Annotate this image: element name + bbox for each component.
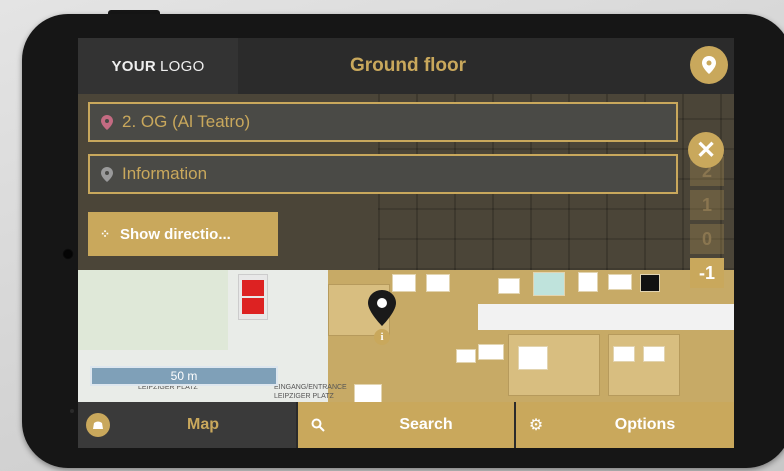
info-point-icon[interactable]: i	[374, 329, 390, 345]
map-shop[interactable]	[643, 346, 665, 362]
map-shop[interactable]	[456, 349, 476, 363]
tab-options-label: Options	[614, 416, 676, 433]
map-pin-icon	[98, 114, 116, 130]
map-shop[interactable]	[640, 274, 660, 292]
uniqlo-logo-bottom	[242, 298, 264, 314]
floor-button-minus-1[interactable]: -1	[690, 258, 724, 288]
uniqlo-store[interactable]	[238, 274, 268, 320]
top-bar: YOUR LOGO Ground floor	[78, 38, 734, 94]
logo[interactable]: YOUR LOGO	[78, 38, 238, 94]
bottom-nav: Map Search ⚙ Options	[78, 402, 734, 448]
tab-map[interactable]: Map	[78, 402, 296, 448]
close-route-button[interactable]: ✕	[688, 132, 724, 168]
map-shop[interactable]	[426, 274, 450, 292]
map-shop[interactable]	[533, 272, 565, 296]
show-directions-button[interactable]: ⁘ Show directio...	[88, 212, 278, 256]
gear-icon: ⚙	[528, 417, 544, 434]
logo-bold: YOUR	[111, 57, 156, 75]
close-icon: ✕	[695, 136, 717, 164]
location-button[interactable]	[690, 46, 728, 84]
floor-title: Ground floor	[349, 55, 467, 76]
show-directions-label: Show directio...	[120, 225, 231, 243]
map-shop[interactable]	[478, 344, 504, 360]
map-shop[interactable]	[498, 278, 520, 294]
route-to-value: Information	[122, 164, 208, 183]
map-shop[interactable]	[613, 346, 635, 362]
tab-options[interactable]: ⚙ Options	[516, 402, 734, 448]
map-corridor	[478, 304, 734, 330]
floor-button-0[interactable]: 0	[690, 224, 724, 254]
route-to-field[interactable]: Information	[88, 154, 678, 194]
map-pin-icon	[98, 166, 116, 182]
map-shop[interactable]	[578, 272, 598, 292]
map-location-pin-icon[interactable]	[368, 290, 396, 331]
map-icon	[86, 413, 110, 437]
tab-search[interactable]: Search	[298, 402, 514, 448]
route-from-value: 2. OG (Al Teatro)	[122, 112, 251, 131]
tab-map-label: Map	[187, 416, 219, 433]
logo-light: LOGO	[160, 57, 205, 75]
map-shop[interactable]	[518, 346, 548, 370]
uniqlo-logo-top	[242, 280, 264, 296]
map-room	[608, 334, 680, 396]
search-icon	[298, 418, 338, 432]
front-camera	[62, 248, 74, 260]
entrance-sub-label: LEIPZIGER PLATZ	[274, 393, 334, 400]
map-shop[interactable]	[354, 384, 382, 402]
light-sensor	[70, 409, 74, 413]
route-icon: ⁘	[99, 227, 111, 241]
app-screen: LEIPZIGER PLATZ EINGANG/ENTRANCE LEIPZIG…	[78, 38, 734, 448]
map-pin-icon	[702, 56, 716, 74]
tab-search-label: Search	[399, 416, 453, 433]
map-green-area	[78, 270, 228, 350]
entrance-label: EINGANG/ENTRANCE	[274, 384, 347, 391]
map-shop[interactable]	[608, 274, 632, 290]
route-from-field[interactable]: 2. OG (Al Teatro)	[88, 102, 678, 142]
map-scale: 50 m	[90, 366, 278, 386]
floor-button-1[interactable]: 1	[690, 190, 724, 220]
